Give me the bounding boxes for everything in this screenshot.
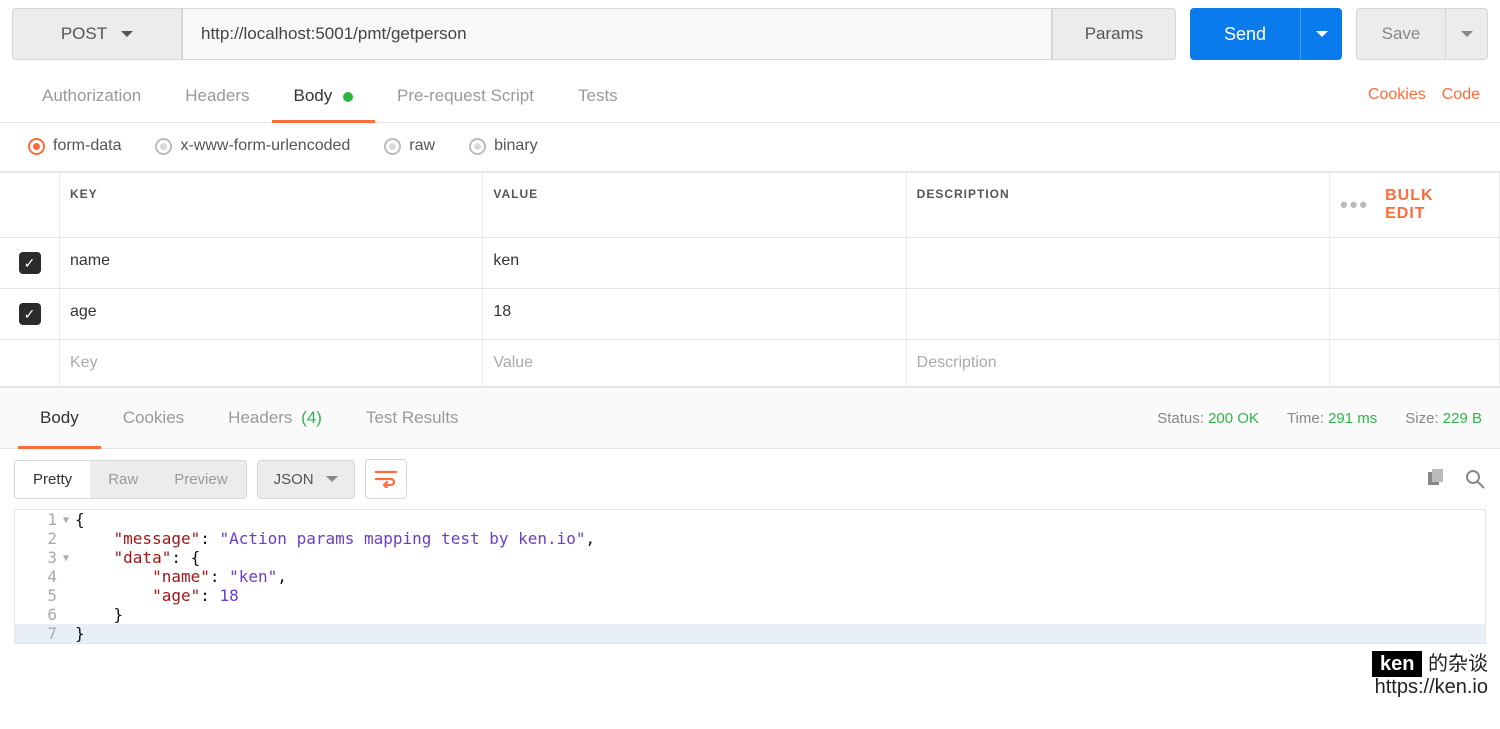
row-checkbox[interactable]: ✓ xyxy=(19,303,41,325)
format-label: JSON xyxy=(274,471,314,488)
code-text: "ken" xyxy=(229,567,277,586)
tab-tests[interactable]: Tests xyxy=(556,68,640,122)
kv-row-new: Key Value Description xyxy=(0,340,1500,387)
response-body[interactable]: 1▼{ 2 "message": "Action params mapping … xyxy=(14,509,1486,644)
bodytype-binary[interactable]: binary xyxy=(469,137,538,155)
radio-icon xyxy=(28,138,45,155)
save-button[interactable]: Save xyxy=(1356,8,1446,60)
bodytype-raw[interactable]: raw xyxy=(384,137,435,155)
resp-headers-count: (4) xyxy=(301,408,322,427)
bodytype-form-data[interactable]: form-data xyxy=(28,137,121,155)
code-text: "Action params mapping test by ken.io" xyxy=(220,529,586,548)
view-mode-group: Pretty Raw Preview xyxy=(14,460,247,499)
status-label: Status: xyxy=(1157,410,1204,427)
time-label: Time: xyxy=(1287,410,1324,427)
time-value: 291 ms xyxy=(1328,410,1377,427)
kv-key-placeholder[interactable]: Key xyxy=(60,340,483,386)
status-value: 200 OK xyxy=(1208,410,1259,427)
bodytype-form-data-label: form-data xyxy=(53,137,121,155)
code-link[interactable]: Code xyxy=(1442,86,1480,104)
kv-key-cell[interactable]: name xyxy=(60,238,483,288)
caret-down-icon xyxy=(121,31,133,37)
kv-row: ✓ name ken xyxy=(0,238,1500,289)
kv-value-cell[interactable]: ken xyxy=(483,238,906,288)
size-label: Size: xyxy=(1405,410,1438,427)
search-icon xyxy=(1465,469,1485,489)
kv-more-icon[interactable]: ••• xyxy=(1340,192,1369,218)
watermark-ken: ken xyxy=(1372,651,1422,677)
kv-key-cell[interactable]: age xyxy=(60,289,483,339)
bodytype-raw-label: raw xyxy=(409,137,435,155)
radio-icon xyxy=(469,138,486,155)
send-dropdown-button[interactable] xyxy=(1300,8,1342,60)
resp-tab-cookies[interactable]: Cookies xyxy=(101,394,206,442)
unsaved-dot-icon xyxy=(343,92,353,102)
kv-value-placeholder[interactable]: Value xyxy=(483,340,906,386)
view-pretty[interactable]: Pretty xyxy=(15,461,90,498)
caret-down-icon xyxy=(326,476,338,482)
wrap-icon xyxy=(375,470,397,488)
code-text: "data" xyxy=(114,548,172,567)
view-raw[interactable]: Raw xyxy=(90,461,156,498)
copy-icon xyxy=(1425,469,1445,489)
size-value: 229 B xyxy=(1443,410,1482,427)
row-checkbox[interactable]: ✓ xyxy=(19,252,41,274)
kv-header-description: DESCRIPTION xyxy=(907,173,1330,237)
code-text: "name" xyxy=(152,567,210,586)
view-preview[interactable]: Preview xyxy=(156,461,245,498)
kv-header-value: VALUE xyxy=(483,173,906,237)
tab-headers[interactable]: Headers xyxy=(163,68,271,122)
cookies-link[interactable]: Cookies xyxy=(1368,86,1426,104)
kv-desc-placeholder[interactable]: Description xyxy=(907,340,1330,386)
caret-down-icon xyxy=(1461,31,1473,37)
format-select[interactable]: JSON xyxy=(257,460,355,499)
tab-body[interactable]: Body xyxy=(272,68,375,122)
code-text: } xyxy=(75,605,123,624)
kv-desc-cell[interactable] xyxy=(907,289,1330,339)
caret-down-icon xyxy=(1316,31,1328,37)
code-text: 18 xyxy=(220,586,239,605)
kv-header-key: KEY xyxy=(60,173,483,237)
watermark-url: https://ken.io xyxy=(1372,676,1488,699)
wrap-lines-button[interactable] xyxy=(365,459,407,499)
resp-tab-headers[interactable]: Headers (4) xyxy=(206,394,344,442)
code-text: { xyxy=(75,510,85,529)
copy-button[interactable] xyxy=(1424,468,1446,490)
watermark: ken 的杂谈 https://ken.io xyxy=(1372,647,1488,699)
bodytype-urlencoded-label: x-www-form-urlencoded xyxy=(180,137,350,155)
kv-row: ✓ age 18 xyxy=(0,289,1500,340)
tab-body-label: Body xyxy=(294,86,333,105)
radio-icon xyxy=(155,138,172,155)
bulk-edit-link[interactable]: Bulk Edit xyxy=(1385,187,1479,223)
tab-authorization[interactable]: Authorization xyxy=(20,68,163,122)
params-button[interactable]: Params xyxy=(1052,8,1176,60)
resp-tab-tests[interactable]: Test Results xyxy=(344,394,481,442)
kv-header-row: KEY VALUE DESCRIPTION ••• Bulk Edit xyxy=(0,172,1500,238)
code-text: "age" xyxy=(152,586,200,605)
code-text: "message" xyxy=(114,529,201,548)
search-button[interactable] xyxy=(1464,468,1486,490)
radio-icon xyxy=(384,138,401,155)
resp-tab-headers-label: Headers xyxy=(228,408,292,427)
tab-prerequest[interactable]: Pre-request Script xyxy=(375,68,556,122)
bodytype-binary-label: binary xyxy=(494,137,538,155)
watermark-suffix: 的杂谈 xyxy=(1422,653,1488,675)
kv-desc-cell[interactable] xyxy=(907,238,1330,288)
send-button[interactable]: Send xyxy=(1190,8,1300,60)
url-input[interactable] xyxy=(182,8,1052,60)
save-dropdown-button[interactable] xyxy=(1446,8,1488,60)
code-text: } xyxy=(75,624,85,643)
http-method-label: POST xyxy=(61,24,107,44)
resp-tab-body[interactable]: Body xyxy=(18,394,101,442)
kv-value-cell[interactable]: 18 xyxy=(483,289,906,339)
bodytype-urlencoded[interactable]: x-www-form-urlencoded xyxy=(155,137,350,155)
http-method-select[interactable]: POST xyxy=(12,8,182,60)
